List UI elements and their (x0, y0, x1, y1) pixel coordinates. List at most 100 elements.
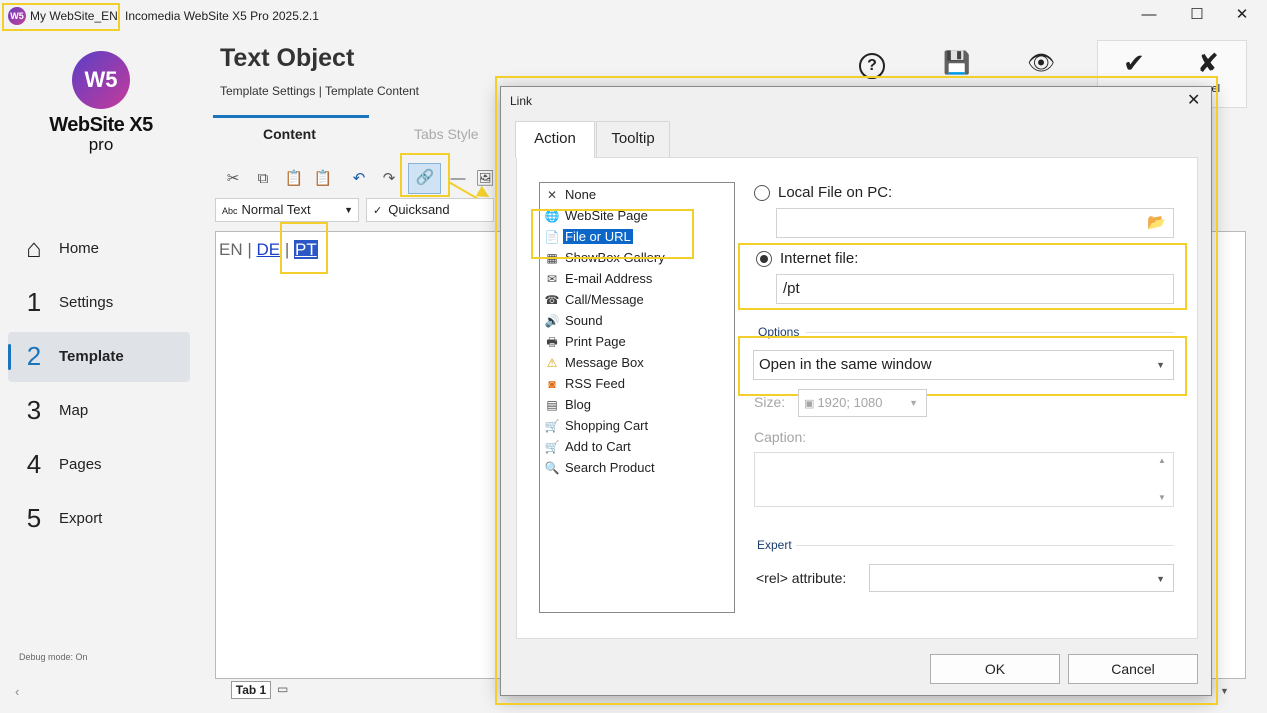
warning-icon: ⚠ (546, 356, 558, 370)
local-file-field[interactable] (776, 208, 1174, 238)
scroll-up-icon[interactable]: ▲ (1158, 456, 1166, 465)
editor-content[interactable]: EN | DE | PT (219, 240, 318, 260)
sidebar-item-pages[interactable]: 4 Pages (8, 440, 190, 490)
selected-text-pt: PT (294, 240, 318, 259)
tab-action[interactable]: Action (515, 121, 595, 158)
brand-edition: pro (88, 135, 114, 154)
tab-tabs-style[interactable]: Tabs Style (414, 126, 479, 142)
save-icon[interactable]: 💾 (939, 46, 975, 80)
paragraph-style-select[interactable]: Abc Normal Text ▼ (215, 198, 359, 222)
editor-tab-1[interactable]: Tab 1 (231, 681, 271, 699)
cancel-x-icon[interactable]: ✘ (1190, 46, 1226, 80)
step-number: 3 (26, 395, 42, 425)
breadcrumb: Template Settings | Template Content (220, 84, 420, 98)
cart-icon: 🛒 (544, 419, 560, 433)
size-label: Size: (754, 394, 786, 410)
sidebar-item-label: Settings (59, 294, 114, 311)
list-item-sound[interactable]: 🔊 Sound (543, 311, 605, 331)
sidebar-item-label: Map (59, 402, 89, 419)
open-mode-select[interactable]: Open in the same window ▼ (753, 350, 1174, 380)
sidebar-item-template[interactable]: 2 Template (8, 332, 190, 382)
font-family-select[interactable]: ✓ Quicksand (366, 198, 494, 222)
undo-icon[interactable]: ↶ (348, 168, 370, 190)
app-logo-icon: W5 (8, 7, 26, 25)
list-item-blog[interactable]: ▤ Blog (543, 395, 593, 415)
list-item-website-page[interactable]: 🌐 WebSite Page (543, 206, 650, 226)
size-select[interactable]: ▣ 1920; 1080 ▼ (798, 389, 927, 417)
link-de: DE (256, 240, 281, 259)
sidebar-item-label: Pages (59, 456, 102, 473)
ok-check-icon[interactable]: ✔ (1116, 46, 1152, 80)
list-item-call-message[interactable]: ☎ Call/Message (543, 290, 646, 310)
cancel-button[interactable]: Cancel (1068, 654, 1198, 684)
step-number: 1 (26, 287, 42, 317)
folder-browse-icon[interactable]: 📂 (1147, 213, 1166, 231)
printer-icon: 🖶 (546, 335, 558, 349)
page-title: Text Object (220, 44, 355, 72)
list-item-file-or-url[interactable]: 📄 File or URL (543, 227, 633, 247)
rss-icon: ◙ (548, 377, 556, 391)
step-number: 5 (26, 503, 42, 533)
sidebar-item-settings[interactable]: 1 Settings (8, 278, 190, 328)
brand-logo-icon: W5 (72, 51, 130, 109)
internet-file-field[interactable]: /pt (776, 274, 1174, 304)
tab-content[interactable]: Content (263, 126, 316, 142)
options-separator (806, 332, 1174, 333)
sidebar-item-map[interactable]: 3 Map (8, 386, 190, 436)
preview-eye-icon[interactable]: 👁 (1023, 46, 1059, 80)
copy-icon[interactable]: ⧉ (252, 168, 274, 190)
sidebar-item-export[interactable]: 5 Export (8, 494, 190, 544)
sidebar-item-home[interactable]: ⌂ Home (8, 224, 190, 274)
dialog-title: Link (510, 94, 533, 108)
project-name: My WebSite_EN (30, 9, 118, 23)
add-tab-icon[interactable]: ▭ (277, 682, 288, 696)
list-item-rss-feed[interactable]: ◙ RSS Feed (543, 374, 627, 394)
phone-icon: ☎ (544, 293, 560, 307)
link-icon[interactable]: 🔗 (414, 167, 436, 189)
list-item-showbox-gallery[interactable]: ▦ ShowBox Gallery (543, 248, 667, 268)
options-header: Options (758, 325, 800, 339)
maximize-button[interactable]: ☐ (1182, 4, 1212, 26)
caption-label: Caption: (754, 429, 807, 445)
envelope-icon: ✉ (546, 272, 558, 286)
help-icon[interactable]: ? (854, 46, 890, 80)
dialog-close-icon[interactable]: ✕ (1187, 90, 1200, 110)
chevron-left-icon[interactable]: ‹ (15, 684, 19, 699)
minimize-button[interactable]: — (1134, 4, 1164, 26)
list-item-shopping-cart[interactable]: 🛒 Shopping Cart (543, 416, 650, 436)
close-window-button[interactable]: ✕ (1227, 4, 1257, 26)
sidebar-item-label: Home (59, 240, 100, 257)
cut-icon[interactable]: ✂ (222, 168, 244, 190)
internet-file-label: Internet file: (780, 250, 859, 267)
list-item-add-to-cart[interactable]: 🛒 Add to Cart (543, 437, 633, 457)
chevron-down-icon[interactable]: ▼ (1220, 686, 1229, 696)
window-title: Incomedia WebSite X5 Pro 2025.2.1 (125, 9, 319, 23)
x-icon: ✕ (546, 188, 558, 202)
step-number: 4 (26, 449, 42, 479)
local-file-label: Local File on PC: (778, 184, 893, 201)
list-item-none[interactable]: ✕ None (543, 185, 598, 205)
tab-tooltip[interactable]: Tooltip (596, 121, 670, 157)
caption-textarea[interactable] (754, 452, 1174, 507)
search-icon: 🔍 (544, 461, 560, 475)
list-item-message-box[interactable]: ⚠ Message Box (543, 353, 646, 373)
list-item-search-product[interactable]: 🔍 Search Product (543, 458, 657, 478)
ok-button[interactable]: OK (930, 654, 1060, 684)
list-item-email-address[interactable]: ✉ E-mail Address (543, 269, 654, 289)
paste-text-icon[interactable]: 📋 (312, 168, 334, 190)
list-item-print-page[interactable]: 🖶 Print Page (543, 332, 628, 352)
gallery-icon: ▦ (546, 251, 558, 265)
paste-icon[interactable]: 📋 (283, 168, 305, 190)
internet-file-radio[interactable] (756, 251, 772, 267)
speaker-icon: 🔊 (544, 314, 560, 328)
expert-separator (796, 545, 1174, 546)
globe-page-icon: 🌐 (544, 209, 560, 223)
redo-icon[interactable]: ↷ (378, 168, 400, 190)
rel-attribute-select[interactable]: ▼ (869, 564, 1174, 592)
step-number: 2 (26, 341, 42, 371)
file-icon: 📄 (544, 230, 560, 244)
blog-icon: ▤ (546, 398, 558, 412)
scroll-down-icon[interactable]: ▼ (1158, 493, 1166, 502)
sidebar-item-label: Export (59, 510, 103, 527)
local-file-radio[interactable] (754, 185, 770, 201)
